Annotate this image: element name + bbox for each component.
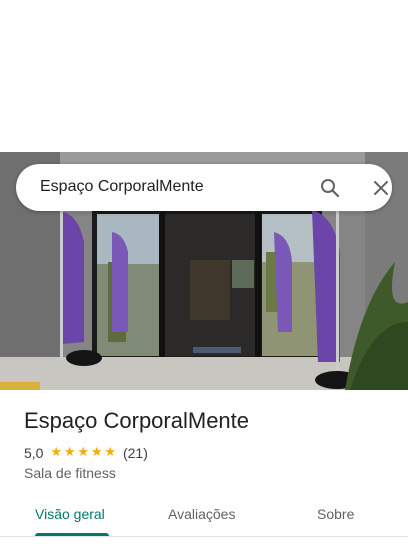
star-icon: ★: [63, 445, 76, 460]
search-input[interactable]: Espaço CorporalMente: [40, 178, 204, 196]
place-title: Espaço CorporalMente: [24, 408, 250, 433]
star-icon: ★: [77, 445, 90, 460]
divider: [0, 536, 408, 537]
tab-about[interactable]: Sobre: [317, 506, 354, 522]
star-rating: ★ ★ ★ ★ ★: [49, 445, 117, 461]
rating-value: 5,0: [24, 445, 44, 461]
tab-overview[interactable]: Visão geral: [35, 506, 105, 522]
place-category[interactable]: Sala de fitness: [24, 465, 116, 481]
star-icon: ★: [90, 445, 103, 460]
close-icon[interactable]: [368, 175, 394, 201]
tab-reviews[interactable]: Avaliações: [168, 506, 235, 522]
search-bar[interactable]: Espaço CorporalMente: [16, 164, 392, 211]
place-tabs: Visão geral Avaliações Sobre: [0, 496, 408, 540]
star-icon: ★: [50, 445, 63, 460]
review-count[interactable]: (21): [123, 445, 148, 461]
star-icon: ★: [104, 445, 117, 460]
search-icon[interactable]: [317, 175, 343, 201]
rating-row[interactable]: 5,0 ★ ★ ★ ★ ★ (21): [24, 444, 148, 462]
